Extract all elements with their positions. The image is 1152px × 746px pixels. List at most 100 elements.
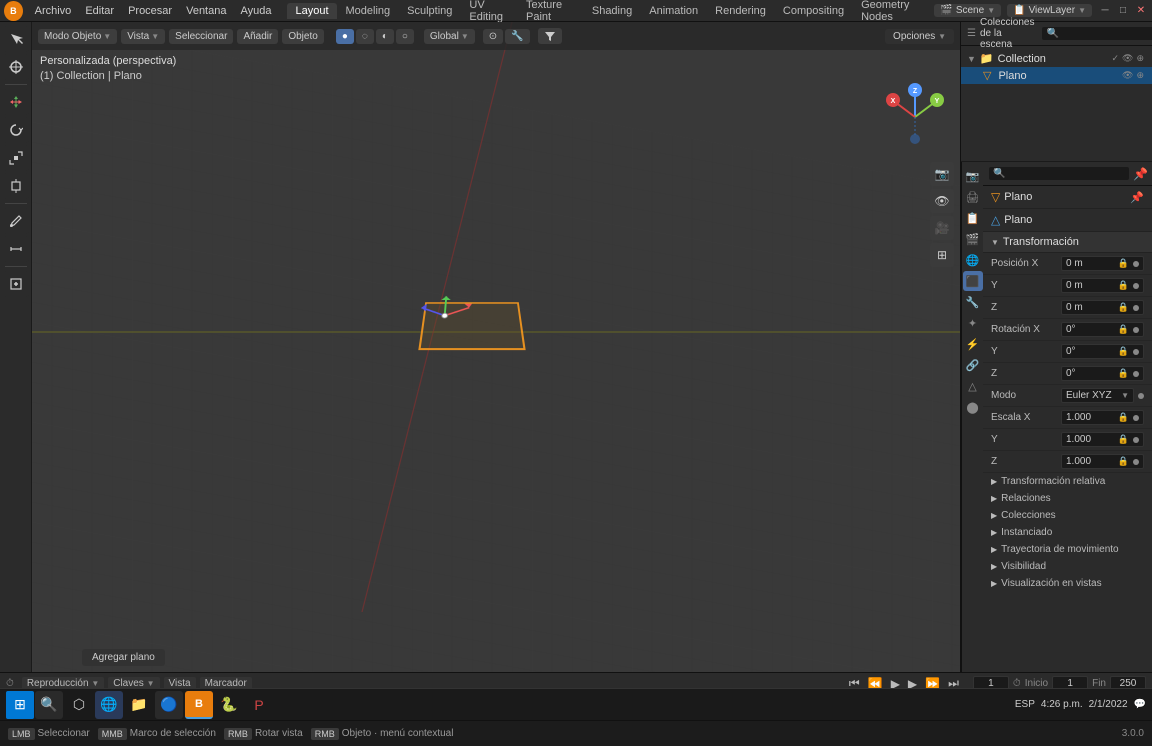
tab-sculpting[interactable]: Sculpting [399,3,460,19]
tab-animation[interactable]: Animation [641,3,706,19]
subsection-motion-path[interactable]: ▶ Trayectoria de movimiento [983,541,1152,558]
taskbar-edge[interactable]: 🌐 [95,691,123,719]
prop-scale-x-dot[interactable] [1133,415,1139,421]
prop-pos-z-lock[interactable]: 🔒 [1118,302,1129,313]
outliner-restrict-icon[interactable]: ⊕ [1136,53,1144,64]
subsection-viewport-display[interactable]: ▶ Visualización en vistas [983,575,1152,592]
viewport-3d[interactable]: Modo Objeto ▼ Vista ▼ Seleccionar Añadir… [32,22,960,672]
prop-scale-y-input[interactable]: 1.000 🔒 [1061,432,1144,447]
viewport-toggle-render[interactable]: ○ [396,29,414,44]
menu-editar[interactable]: Editar [79,3,120,19]
taskbar-blender[interactable]: B [185,691,213,719]
prop-rot-x-dot[interactable] [1133,327,1139,333]
outliner-obj-restrict-icon[interactable]: ⊕ [1136,70,1144,81]
prop-tab-object[interactable]: ⬛ [963,271,983,291]
prop-tab-output[interactable]: 🖨 [963,187,983,207]
subsection-collections[interactable]: ▶ Colecciones [983,507,1152,524]
view-layer-selector[interactable]: 📋 ViewLayer ▼ [1007,4,1092,17]
prop-pin-icon[interactable]: 📌 [1133,167,1148,181]
taskbar-chrome[interactable]: 🔵 [155,691,183,719]
toolbar-cursor[interactable] [3,54,29,80]
tab-layout[interactable]: Layout [287,3,336,19]
toolbar-annotate[interactable] [3,208,29,234]
outliner-check-icon[interactable]: ✓ [1111,53,1119,64]
camera-btn2[interactable]: 🎥 [930,216,954,240]
taskbar-powerpoint[interactable]: P [245,691,273,719]
outliner-collection-row[interactable]: ▼ 📁 Collection ✓ 👁 ⊕ [961,50,1152,67]
grid-view-btn[interactable]: ⊞ [930,243,954,267]
menu-procesar[interactable]: Procesar [122,3,178,19]
toolbar-rotate[interactable] [3,117,29,143]
maximize-button[interactable]: □ [1116,4,1130,18]
viewport-toggle-solid[interactable]: ● [336,29,354,44]
menu-ventana[interactable]: Ventana [180,3,232,19]
prop-tab-world[interactable]: 🌐 [963,250,983,270]
viewport-view-btn[interactable]: Vista ▼ [121,29,165,44]
prop-rot-y-input[interactable]: 0° 🔒 [1061,344,1144,359]
taskbar-task-view[interactable]: ⬡ [65,691,93,719]
viewport-object-btn[interactable]: Objeto [282,29,323,44]
prop-tab-particles[interactable]: ✦ [963,313,983,333]
viewport-toggle-wire[interactable]: ◌ [356,29,374,44]
prop-scale-y-dot[interactable] [1133,437,1139,443]
outliner-search-input[interactable] [1042,27,1152,40]
taskbar-python[interactable]: 🐍 [215,691,243,719]
prop-tab-render[interactable]: 📷 [963,166,983,186]
plane-3d-object[interactable] [418,302,525,350]
scene-selector[interactable]: 🎬 Scene ▼ [934,4,1001,17]
prop-tab-data[interactable]: △ [963,376,983,396]
minimize-button[interactable]: ─ [1098,4,1112,18]
tab-geometry-nodes[interactable]: Geometry Nodes [853,0,932,25]
toolbar-move[interactable] [3,89,29,115]
prop-mode-dropdown[interactable]: Euler XYZ ▼ [1061,388,1134,403]
subsection-rel-transform[interactable]: ▶ Transformación relativa [983,473,1152,490]
prop-mode-dot[interactable] [1138,393,1144,399]
prop-search-input[interactable] [989,167,1129,180]
tab-rendering[interactable]: Rendering [707,3,774,19]
toolbar-select[interactable] [3,26,29,52]
toolbar-add[interactable] [3,271,29,297]
add-plane-button[interactable]: Agregar plano [82,649,165,666]
tab-texture-paint[interactable]: Texture Paint [518,0,583,25]
taskbar-notification[interactable]: 💬 [1134,699,1146,710]
prop-rot-x-input[interactable]: 0° 🔒 [1061,322,1144,337]
taskbar-search[interactable]: 🔍 [35,691,63,719]
outliner-obj-hide-icon[interactable]: 👁 [1122,70,1133,81]
prop-scale-y-lock[interactable]: 🔒 [1118,434,1129,445]
prop-scale-z-dot[interactable] [1133,459,1139,465]
prop-rot-y-dot[interactable] [1133,349,1139,355]
prop-pos-y-lock[interactable]: 🔒 [1118,280,1129,291]
viewport-snap-btn[interactable]: 🔧 [505,29,529,44]
windows-start-btn[interactable]: ⊞ [6,691,34,719]
camera-view-btn[interactable]: 📷 [930,162,954,186]
prop-pos-x-lock[interactable]: 🔒 [1118,258,1129,269]
viewport-proportional-btn[interactable]: ⊙ [483,29,503,44]
menu-archivo[interactable]: Archivo [29,3,78,19]
prop-scale-x-lock[interactable]: 🔒 [1118,412,1129,423]
prop-scale-x-input[interactable]: 1.000 🔒 [1061,410,1144,425]
outliner-object-row[interactable]: ▽ Plano 👁 ⊕ [961,67,1152,84]
tab-uv-editing[interactable]: UV Editing [461,0,517,25]
outliner-hide-icon[interactable]: 👁 [1122,53,1133,64]
subsection-instancing[interactable]: ▶ Instanciado [983,524,1152,541]
prop-pos-y-dot[interactable] [1133,283,1139,289]
prop-tab-scene[interactable]: 🎬 [963,229,983,249]
prop-tab-constraints[interactable]: 🔗 [963,355,983,375]
prop-tab-modifiers[interactable]: 🔧 [963,292,983,312]
taskbar-explorer[interactable]: 📁 [125,691,153,719]
viewport-mode-btn[interactable]: Modo Objeto ▼ [38,29,117,44]
prop-rot-z-lock[interactable]: 🔒 [1118,368,1129,379]
subsection-relations[interactable]: ▶ Relaciones [983,490,1152,507]
viewport-options-btn[interactable]: Opciones ▼ [885,29,954,44]
prop-pin-btn[interactable]: 📌 [1130,191,1144,204]
prop-pos-y-input[interactable]: 0 m 🔒 [1061,278,1144,293]
walk-mode-btn[interactable]: 👁 [930,189,954,213]
viewport-select-btn[interactable]: Seleccionar [169,29,233,44]
viewport-filter-btn[interactable] [538,28,562,44]
section-transformation[interactable]: ▼ Transformación [983,232,1152,253]
prop-scale-z-input[interactable]: 1.000 🔒 [1061,454,1144,469]
toolbar-transform[interactable] [3,173,29,199]
toolbar-measure[interactable] [3,236,29,262]
prop-rot-y-lock[interactable]: 🔒 [1118,346,1129,357]
prop-rot-z-dot[interactable] [1133,371,1139,377]
